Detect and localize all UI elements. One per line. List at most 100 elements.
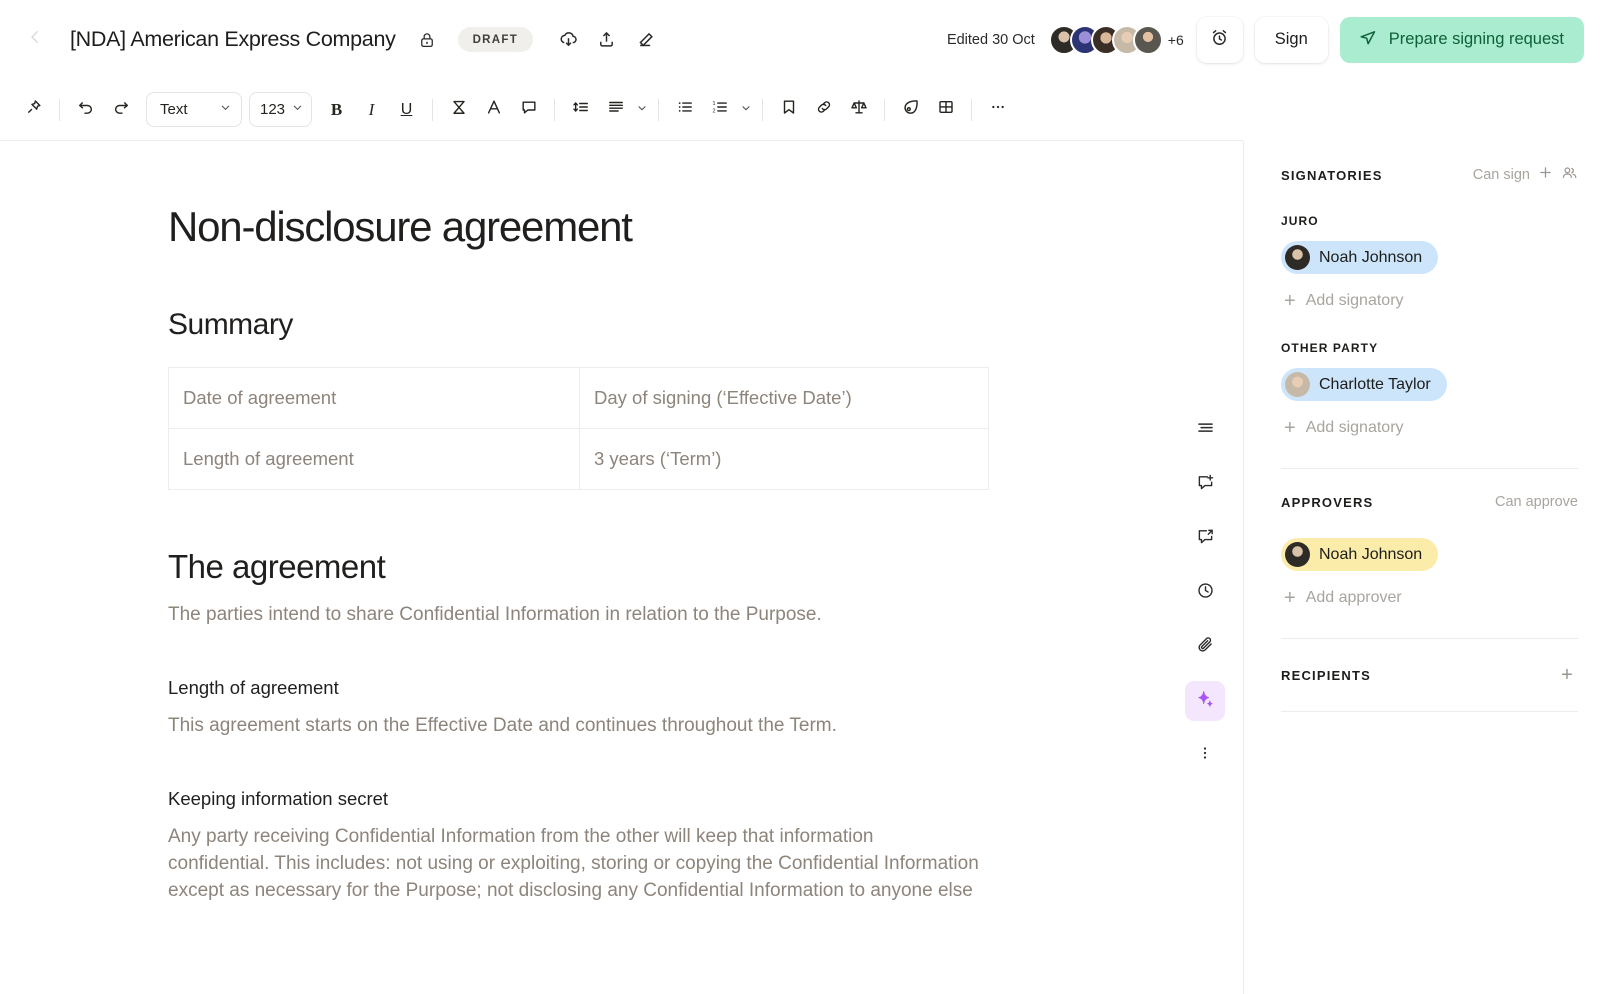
status-badge: DRAFT — [458, 27, 533, 52]
attachments-button[interactable] — [1185, 627, 1225, 667]
plus-icon[interactable] — [1537, 164, 1554, 186]
rail-more-button[interactable] — [1185, 735, 1225, 775]
link-icon — [814, 97, 834, 122]
length-heading[interactable]: Length of agreement — [168, 677, 1000, 699]
toolbar-divider — [432, 99, 433, 121]
add-signatory-button[interactable]: + Add signatory — [1284, 291, 1578, 311]
bold-button[interactable]: B — [319, 92, 354, 127]
numbered-list-button[interactable]: 12 — [702, 92, 737, 127]
outline-button[interactable] — [1185, 411, 1225, 451]
table-cell-value[interactable]: Day of signing (‘Effective Date’) — [580, 368, 989, 429]
table-icon — [936, 97, 956, 122]
paperclip-icon — [1195, 634, 1216, 660]
avatar[interactable] — [1133, 25, 1163, 55]
list-dropdown-button[interactable] — [737, 101, 754, 119]
document-heading[interactable]: Non-disclosure agreement — [168, 203, 1000, 251]
signatory-name: Noah Johnson — [1319, 249, 1422, 267]
table-cell-label[interactable]: Length of agreement — [169, 429, 580, 490]
tag-button[interactable] — [893, 92, 928, 127]
document-body[interactable]: Non-disclosure agreement Summary Date of… — [0, 141, 1000, 905]
table-cell-value[interactable]: 3 years (‘Term’) — [580, 429, 989, 490]
bookmark-button[interactable] — [771, 92, 806, 127]
line-spacing-button[interactable] — [563, 92, 598, 127]
toolbar-divider — [971, 99, 972, 121]
toolbar-divider — [762, 99, 763, 121]
back-button[interactable] — [18, 23, 52, 57]
prepare-signing-request-button[interactable]: Prepare signing request — [1340, 17, 1584, 63]
align-button[interactable] — [598, 92, 633, 127]
avatar — [1285, 372, 1310, 397]
font-size-select[interactable]: 123 — [249, 92, 312, 127]
chevron-left-icon — [26, 28, 44, 51]
approver-chip[interactable]: Noah Johnson — [1281, 538, 1438, 571]
document-canvas[interactable]: Non-disclosure agreement Summary Date of… — [0, 141, 1243, 994]
table-button[interactable] — [928, 92, 963, 127]
send-icon — [1357, 27, 1378, 53]
align-icon — [606, 97, 626, 122]
summary-table[interactable]: Date of agreement Day of signing (‘Effec… — [168, 367, 989, 490]
document-title[interactable]: [NDA] American Express Company — [70, 27, 396, 52]
text-style-select[interactable]: Text — [146, 92, 242, 127]
table-row[interactable]: Length of agreement 3 years (‘Term’) — [169, 429, 989, 490]
reminder-button[interactable] — [1197, 17, 1243, 63]
sign-button[interactable]: Sign — [1255, 17, 1328, 63]
add-signatory-button[interactable]: + Add signatory — [1284, 418, 1578, 438]
cloud-download-icon[interactable] — [551, 23, 585, 57]
avatar-overflow-count[interactable]: +6 — [1168, 32, 1184, 48]
clause-button[interactable] — [841, 92, 876, 127]
share-comment-button[interactable] — [1185, 519, 1225, 559]
bullet-list-button[interactable] — [667, 92, 702, 127]
ai-assistant-button[interactable] — [1185, 681, 1225, 721]
add-comment-button[interactable] — [1185, 465, 1225, 505]
upload-icon[interactable] — [589, 23, 623, 57]
editor-toolbar: Text 123 B I U — [0, 79, 1243, 141]
app-root: [NDA] American Express Company DRAFT Edi… — [0, 0, 1600, 994]
agreement-heading[interactable]: The agreement — [168, 548, 1000, 586]
pin-button[interactable] — [16, 92, 51, 127]
clear-formatting-button[interactable] — [441, 92, 476, 127]
prepare-signing-request-label: Prepare signing request — [1389, 30, 1564, 49]
add-signatory-label: Add signatory — [1306, 419, 1404, 437]
signatories-permission[interactable]: Can sign — [1473, 167, 1530, 183]
secret-paragraph[interactable]: Any party receiving Confidential Informa… — [168, 824, 980, 905]
comment-icon — [519, 97, 539, 122]
signatory-chip[interactable]: Charlotte Taylor — [1281, 368, 1447, 401]
people-group-icon[interactable] — [1561, 164, 1578, 186]
comment-button[interactable] — [511, 92, 546, 127]
chevron-down-icon — [291, 101, 304, 118]
approvers-permission[interactable]: Can approve — [1495, 494, 1578, 510]
signatory-chip[interactable]: Noah Johnson — [1281, 241, 1438, 274]
lock-icon[interactable] — [410, 23, 444, 57]
add-approver-label: Add approver — [1306, 589, 1402, 607]
scales-icon — [849, 97, 869, 122]
more-options-button[interactable] — [980, 92, 1015, 127]
add-approver-button[interactable]: + Add approver — [1284, 588, 1578, 608]
recipients-header: RECIPIENTS + — [1281, 664, 1578, 686]
table-cell-label[interactable]: Date of agreement — [169, 368, 580, 429]
plus-icon: + — [1284, 291, 1296, 311]
agreement-paragraph[interactable]: The parties intend to share Confidential… — [168, 602, 980, 629]
signatories-title: SIGNATORIES — [1281, 168, 1383, 183]
collaborator-avatars[interactable]: +6 — [1049, 25, 1184, 55]
parties-sidebar: SIGNATORIES Can sign JURO Noah Johnson — [1243, 141, 1600, 994]
underline-button[interactable]: U — [389, 92, 424, 127]
avatar — [1285, 245, 1310, 270]
length-paragraph[interactable]: This agreement starts on the Effective D… — [168, 713, 980, 740]
add-comment-icon — [1195, 472, 1216, 498]
add-recipient-button[interactable]: + — [1556, 664, 1578, 686]
history-button[interactable] — [1185, 573, 1225, 613]
approvers-header: APPROVERS Can approve — [1281, 494, 1578, 510]
undo-button[interactable] — [68, 92, 103, 127]
align-dropdown-button[interactable] — [633, 101, 650, 119]
approver-name: Noah Johnson — [1319, 546, 1422, 564]
eraser-icon[interactable] — [627, 23, 661, 57]
text-color-button[interactable] — [476, 92, 511, 127]
secret-heading[interactable]: Keeping information secret — [168, 788, 1000, 810]
redo-button[interactable] — [103, 92, 138, 127]
bookmark-icon — [779, 97, 799, 122]
more-vertical-icon — [1195, 743, 1215, 768]
table-row[interactable]: Date of agreement Day of signing (‘Effec… — [169, 368, 989, 429]
summary-heading[interactable]: Summary — [168, 308, 1000, 342]
italic-button[interactable]: I — [354, 92, 389, 127]
link-button[interactable] — [806, 92, 841, 127]
